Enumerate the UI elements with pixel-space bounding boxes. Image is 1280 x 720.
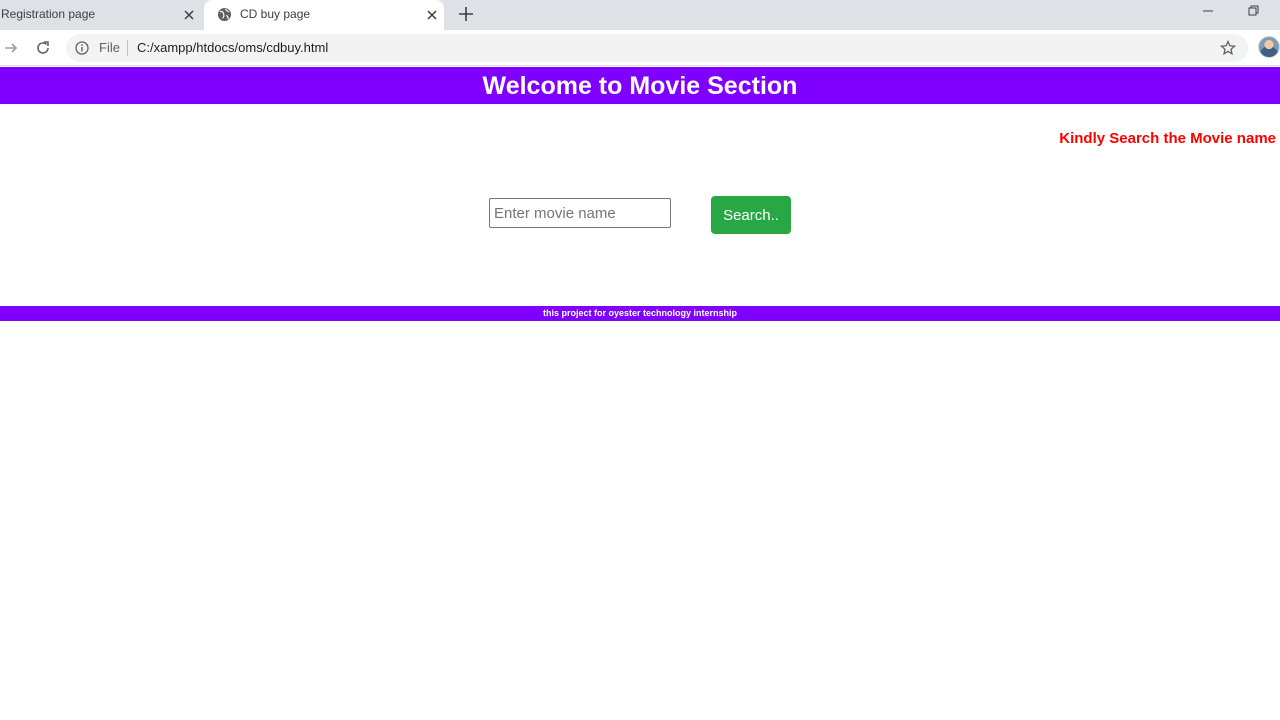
restore-icon[interactable] bbox=[1247, 4, 1261, 18]
page-title: Welcome to Movie Section bbox=[0, 67, 1280, 104]
url-text[interactable]: C:/xampp/htdocs/oms/cdbuy.html bbox=[137, 40, 328, 55]
profile-avatar[interactable] bbox=[1258, 36, 1280, 58]
close-tab-icon[interactable] bbox=[425, 8, 439, 22]
info-icon[interactable] bbox=[75, 41, 89, 55]
scheme-label: File bbox=[99, 40, 120, 55]
bookmark-star-icon[interactable] bbox=[1219, 39, 1237, 56]
browser-toolbar: File C:/xampp/htdocs/oms/cdbuy.html bbox=[0, 30, 1280, 66]
new-tab-plus-icon[interactable] bbox=[457, 5, 475, 23]
minimize-icon[interactable] bbox=[1201, 4, 1215, 18]
tab-cd-buy[interactable]: CD buy page bbox=[204, 0, 444, 30]
forward-arrow-icon[interactable] bbox=[3, 40, 19, 56]
address-divider bbox=[127, 40, 128, 56]
search-notice: Kindly Search the Movie name bbox=[1059, 130, 1276, 147]
tab-registration[interactable]: Registration page bbox=[0, 0, 204, 30]
address-bar[interactable]: File C:/xampp/htdocs/oms/cdbuy.html bbox=[66, 34, 1248, 62]
globe-icon bbox=[217, 7, 232, 22]
search-button[interactable]: Search.. bbox=[711, 196, 791, 234]
reload-icon[interactable] bbox=[35, 40, 51, 56]
tab-title: CD buy page bbox=[240, 7, 311, 21]
tab-title: Registration page bbox=[1, 7, 96, 21]
footer-text: this project for oyester technology inte… bbox=[0, 306, 1280, 321]
page-content: Welcome to Movie Section Kindly Search t… bbox=[0, 67, 1280, 720]
close-tab-icon[interactable] bbox=[182, 8, 196, 22]
tab-strip: Registration page CD buy page bbox=[0, 0, 1280, 30]
movie-search-input[interactable] bbox=[489, 198, 671, 228]
